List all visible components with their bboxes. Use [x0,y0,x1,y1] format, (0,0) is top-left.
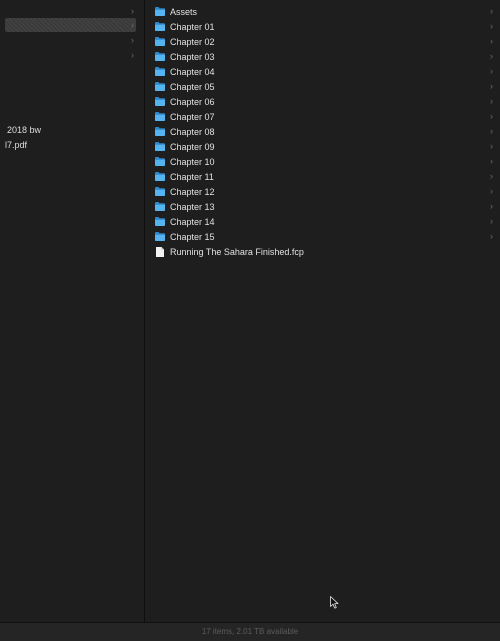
folder-row[interactable]: Chapter 01 › [155,19,495,34]
file-name: Chapter 12 [170,186,215,197]
folder-row[interactable]: Assets › [155,4,495,19]
file-name: Assets [170,6,198,17]
folder-icon [155,52,170,61]
status-text: 17 items, 2.01 TB available [201,627,299,636]
chevron-right-icon: › [490,96,493,106]
folder-icon [155,232,170,241]
file-name: Chapter 01 [170,21,215,32]
file-list-column: Assets › Chapter 01 › Chapter 02 › Chapter 03 ›… [145,0,500,622]
file-name: Chapter 03 [170,51,215,62]
folder-icon [155,22,170,31]
folder-row[interactable]: Chapter 07 › [155,109,495,124]
file-name: Chapter 08 [170,126,215,137]
parent-column: › › › › 2018 bw l7.pdf [0,0,145,622]
folder-row[interactable]: Chapter 09 › [155,139,495,154]
folder-icon [155,127,170,136]
file-name: Chapter 06 [170,96,215,107]
folder-row[interactable]: Chapter 13 › [155,199,495,214]
folder-row[interactable]: Chapter 05 › [155,79,495,94]
chevron-right-icon: › [490,216,493,226]
folder-icon [155,172,170,181]
file-row[interactable]: Running The Sahara Finished.fcp [155,244,495,259]
folder-icon [155,112,170,121]
chevron-right-icon: › [490,171,493,181]
chevron-right-icon: › [490,156,493,166]
parent-column-item-label[interactable]: l7.pdf [5,139,27,151]
folder-row[interactable]: Chapter 15 › [155,229,495,244]
document-icon [155,246,170,257]
file-name: Chapter 14 [170,216,215,227]
file-name: Chapter 05 [170,81,215,92]
folder-row[interactable]: Chapter 02 › [155,34,495,49]
chevron-right-icon: › [490,66,493,76]
folder-icon [155,67,170,76]
status-bar: 17 items, 2.01 TB available [0,622,500,641]
chevron-right-icon: › [490,111,493,121]
chevron-right-icon: › [490,81,493,91]
file-name: Chapter 11 [170,171,214,182]
chevron-right-icon: › [490,21,493,31]
parent-column-row[interactable]: › [5,4,136,18]
mouse-pointer-icon [330,596,339,609]
chevron-right-icon: › [490,6,493,16]
chevron-right-icon: › [131,20,134,30]
folder-icon [155,217,170,226]
folder-row[interactable]: Chapter 03 › [155,49,495,64]
folder-row[interactable]: Chapter 14 › [155,214,495,229]
chevron-right-icon: › [490,201,493,211]
parent-column-row[interactable]: › [5,48,136,62]
parent-column-row[interactable]: › [5,33,136,47]
folder-row[interactable]: Chapter 04 › [155,64,495,79]
folder-row[interactable]: Chapter 11 › [155,169,495,184]
file-name: Chapter 13 [170,201,215,212]
chevron-right-icon: › [490,51,493,61]
chevron-right-icon: › [131,50,134,60]
folder-row[interactable]: Chapter 10 › [155,154,495,169]
folder-row[interactable]: Chapter 12 › [155,184,495,199]
chevron-right-icon: › [490,141,493,151]
folder-icon [155,7,170,16]
folder-icon [155,37,170,46]
folder-row[interactable]: Chapter 08 › [155,124,495,139]
chevron-right-icon: › [490,186,493,196]
file-name: Chapter 10 [170,156,215,167]
folder-icon [155,202,170,211]
file-name: Chapter 04 [170,66,215,77]
parent-column-row-selected[interactable]: › [5,18,136,32]
parent-column-item-label[interactable]: 2018 bw [7,124,41,136]
chevron-right-icon: › [490,126,493,136]
chevron-right-icon: › [490,36,493,46]
chevron-right-icon: › [490,231,493,241]
folder-icon [155,142,170,151]
file-name: Chapter 15 [170,231,215,242]
file-name: Running The Sahara Finished.fcp [170,246,304,257]
folder-icon [155,187,170,196]
chevron-right-icon: › [131,6,134,16]
folder-icon [155,82,170,91]
file-name: Chapter 02 [170,36,215,47]
chevron-right-icon: › [131,35,134,45]
file-name: Chapter 09 [170,141,215,152]
folder-icon [155,97,170,106]
folder-icon [155,157,170,166]
file-name: Chapter 07 [170,111,215,122]
folder-row[interactable]: Chapter 06 › [155,94,495,109]
